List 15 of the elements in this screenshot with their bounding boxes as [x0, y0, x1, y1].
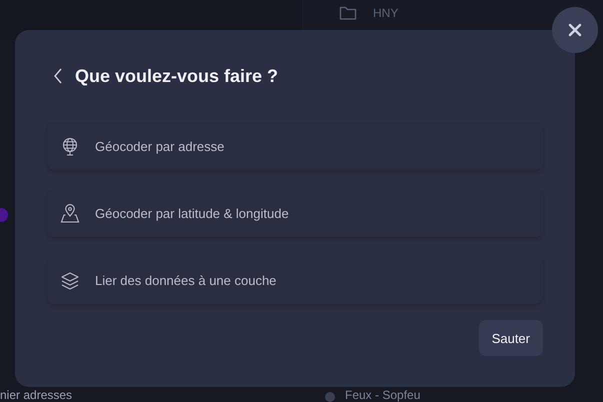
option-button[interactable]: Géocoder par latitude & longitude — [47, 190, 543, 237]
skip-button[interactable]: Sauter — [478, 320, 543, 356]
folder-label: HNY — [373, 6, 398, 20]
folder-icon — [339, 5, 357, 21]
option-button[interactable]: Géocoder par adresse — [47, 123, 543, 170]
dialog-title: Que voulez-vous faire ? — [75, 66, 278, 86]
status-dot — [325, 392, 335, 402]
globe-icon — [60, 136, 80, 156]
map-pin-icon — [60, 204, 80, 224]
layers-icon — [60, 270, 80, 290]
close-icon — [568, 23, 582, 37]
list-item-text: Feux - Sopfeu — [345, 389, 420, 402]
list-item-text: nier adresses — [0, 389, 74, 402]
option-button[interactable]: Lier des données à une couche — [47, 257, 543, 304]
back-icon — [53, 68, 63, 84]
